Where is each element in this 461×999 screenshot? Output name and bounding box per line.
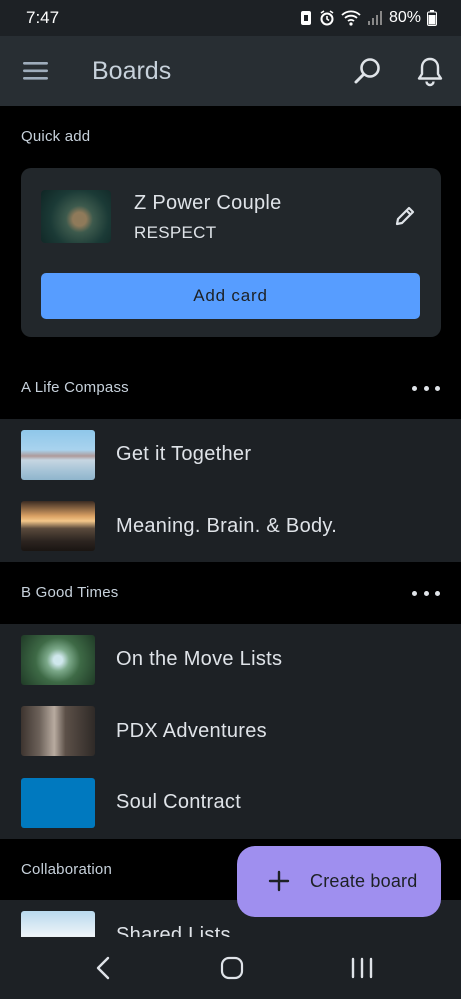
board-thumbnail bbox=[21, 429, 95, 480]
page-title: Boards bbox=[92, 57, 172, 85]
create-board-button[interactable]: Create board bbox=[237, 846, 441, 917]
system-navigation-bar bbox=[0, 937, 461, 999]
recent-apps-icon[interactable] bbox=[350, 957, 374, 979]
workspace-board-list: On the Move Lists PDX Adventures Soul Co… bbox=[0, 624, 461, 839]
workspace-title: Collaboration bbox=[21, 861, 112, 878]
board-name: Shared Lists bbox=[116, 924, 231, 937]
menu-icon[interactable] bbox=[22, 58, 50, 84]
board-name: Soul Contract bbox=[116, 791, 242, 814]
create-board-label: Create board bbox=[310, 871, 418, 891]
board-row-soul-contract[interactable]: Soul Contract bbox=[0, 767, 461, 839]
home-icon[interactable] bbox=[220, 956, 244, 980]
status-icons: 80% bbox=[299, 9, 437, 27]
wifi-icon bbox=[341, 10, 361, 26]
board-thumbnail bbox=[21, 911, 95, 937]
workspace-board-list: Get it Together Meaning. Brain. & Body. bbox=[0, 419, 461, 562]
board-name: On the Move Lists bbox=[116, 648, 283, 671]
board-name: PDX Adventures bbox=[116, 719, 267, 742]
app-bar: Boards bbox=[0, 36, 461, 106]
workspace-more-icon[interactable] bbox=[412, 383, 440, 393]
board-row-pdx-adventures[interactable]: PDX Adventures bbox=[0, 696, 461, 768]
board-name: Get it Together bbox=[116, 443, 252, 466]
board-row-get-it-together[interactable]: Get it Together bbox=[0, 419, 461, 491]
status-time: 7:47 bbox=[26, 8, 60, 27]
search-icon[interactable] bbox=[353, 56, 383, 86]
quick-add-list-name[interactable]: RESPECT bbox=[134, 223, 216, 243]
board-thumbnail bbox=[21, 706, 95, 757]
edit-pencil-icon[interactable] bbox=[393, 204, 417, 228]
board-row-on-the-move-lists[interactable]: On the Move Lists bbox=[0, 624, 461, 696]
board-row-meaning-brain-body[interactable]: Meaning. Brain. & Body. bbox=[0, 491, 461, 563]
status-bar: 7:47 80% bbox=[0, 0, 461, 36]
battery-icon bbox=[427, 10, 437, 26]
battery-level: 80% bbox=[388, 9, 421, 26]
back-icon[interactable] bbox=[93, 955, 113, 981]
notifications-bell-icon[interactable] bbox=[414, 55, 446, 87]
workspace-more-icon[interactable] bbox=[412, 588, 440, 598]
signal-icon bbox=[367, 11, 382, 25]
board-thumbnail bbox=[21, 501, 95, 552]
add-card-button[interactable]: Add card bbox=[41, 273, 420, 319]
workspace-title: A Life Compass bbox=[21, 379, 129, 396]
quick-add-board-name[interactable]: Z Power Couple bbox=[134, 192, 282, 215]
workspace-title: B Good Times bbox=[21, 584, 119, 601]
quick-add-label: Quick add bbox=[21, 128, 91, 145]
board-thumbnail bbox=[21, 777, 95, 828]
quick-add-card: Z Power Couple RESPECT Add card bbox=[21, 168, 441, 337]
board-thumbnail bbox=[21, 634, 95, 685]
plus-icon bbox=[268, 870, 290, 892]
board-name: Meaning. Brain. & Body. bbox=[116, 514, 338, 537]
board-thumbnail-leopard bbox=[41, 190, 111, 243]
app-notification-icon bbox=[300, 11, 311, 25]
alarm-icon bbox=[320, 10, 334, 26]
